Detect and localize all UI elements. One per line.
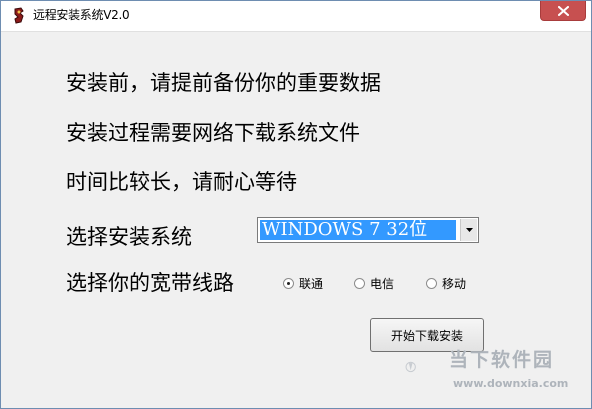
info-line-backup: 安装前，请提前备份你的重要数据 [66,71,381,95]
radio-mobile[interactable]: 移动 [426,275,466,291]
system-select-label: 选择安装系统 [66,225,192,249]
radio-dot[interactable] [426,277,437,289]
close-icon [557,5,569,16]
radio-label: 电信 [370,276,395,291]
app-window: 远程安装系统V2.0 安装前，请提前备份你的重要数据 安装过程需要网络下载系统文… [0,0,592,409]
watermark-text: 当下软件园 [449,349,555,371]
chevron-down-icon [465,228,473,232]
window-title: 远程安装系统V2.0 [33,8,130,22]
watermark-logo-icon [405,361,416,373]
radio-label: 移动 [442,276,467,291]
radio-unicom[interactable]: 联通 [283,275,323,291]
system-select[interactable]: WINDOWS 7 32位 [257,217,479,243]
close-button[interactable] [540,1,586,21]
info-line-network: 安装过程需要网络下载系统文件 [66,121,360,145]
broadband-label: 选择你的宽带线路 [66,271,234,295]
radio-telecom[interactable]: 电信 [354,275,394,291]
watermark-url: www.downxia.com [453,377,569,390]
app-icon [14,7,24,24]
radio-dot[interactable] [283,277,294,289]
title-bar[interactable]: 远程安装系统V2.0 [1,1,591,32]
system-select-value: WINDOWS 7 32位 [260,220,456,240]
dropdown-button[interactable] [460,219,477,241]
info-line-wait: 时间比较长，请耐心等待 [66,170,297,194]
radio-dot[interactable] [354,277,365,289]
radio-label: 联通 [299,276,324,291]
